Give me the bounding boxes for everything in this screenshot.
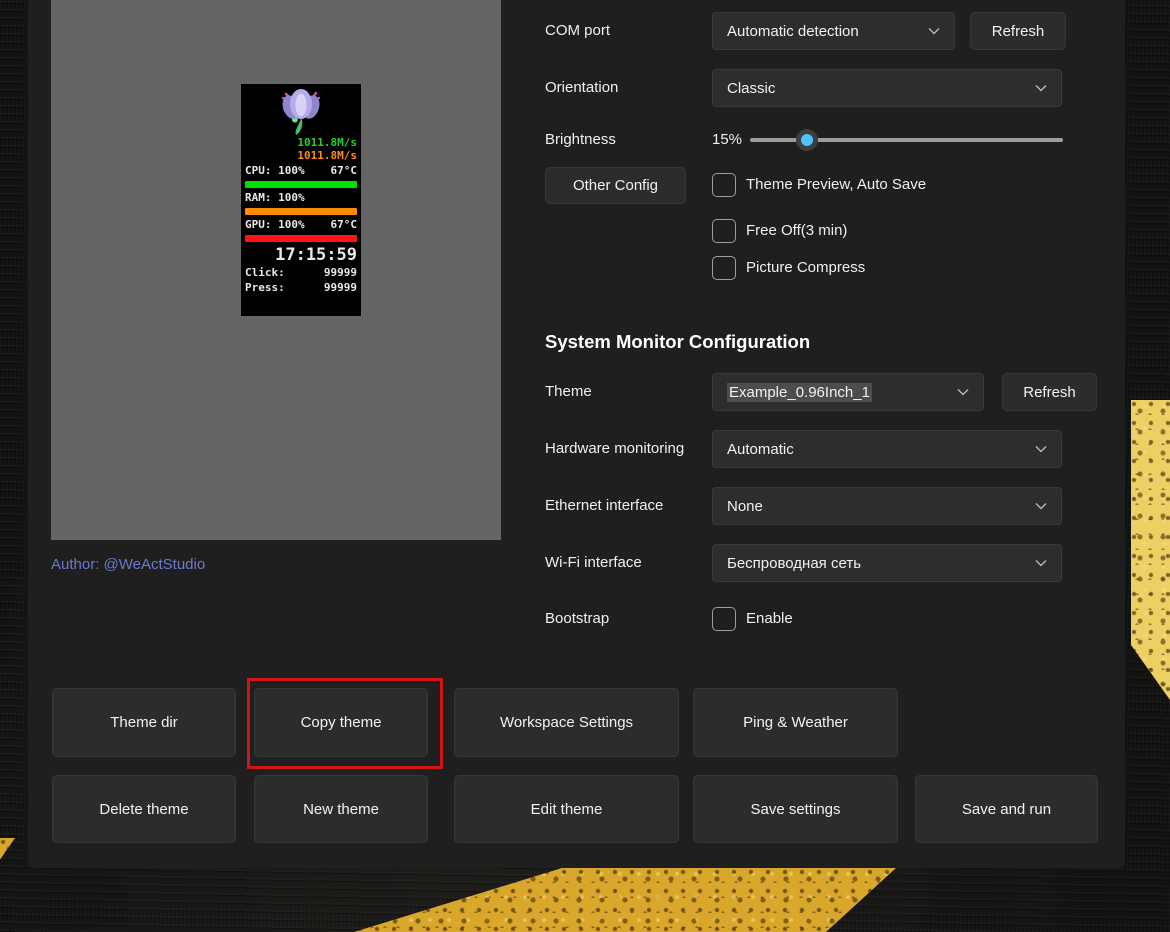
theme-preview-panel: 1011.8M/s 1011.8M/s CPU: 100% 67°C RAM: … — [51, 0, 501, 540]
clock: 17:15:59 — [245, 245, 357, 265]
hardware-monitoring-label: Hardware monitoring — [545, 430, 684, 468]
com-port-dropdown[interactable]: Automatic detection — [712, 12, 955, 50]
chevron-down-icon — [957, 388, 969, 396]
ethernet-interface-value: None — [727, 498, 763, 515]
ethernet-interface-label: Ethernet interface — [545, 487, 663, 525]
bootstrap-enable-checkbox[interactable] — [712, 607, 736, 631]
com-port-label: COM port — [545, 12, 610, 50]
wifi-interface-label: Wi-Fi interface — [545, 544, 642, 582]
gpu-meter-bar — [245, 235, 357, 242]
bootstrap-label: Bootstrap — [545, 601, 609, 637]
display-preview: 1011.8M/s 1011.8M/s CPU: 100% 67°C RAM: … — [241, 84, 361, 316]
theme-preview-auto-save-label: Theme Preview, Auto Save — [746, 173, 926, 197]
edit-theme-button[interactable]: Edit theme — [454, 775, 679, 843]
cpu-temp: 67°C — [331, 163, 358, 179]
brightness-slider[interactable] — [750, 138, 1063, 142]
gpu-stats: GPU: 100% 67°C — [245, 217, 357, 233]
net-upload-speed: 1011.8M/s — [245, 149, 357, 162]
click-label: Click: — [245, 265, 285, 280]
bootstrap-enable-label: Enable — [746, 607, 793, 631]
wifi-interface-value: Беспроводная сеть — [727, 555, 861, 572]
chevron-down-icon — [1035, 559, 1047, 567]
orientation-label: Orientation — [545, 69, 618, 107]
cpu-stats: CPU: 100% 67°C — [245, 163, 357, 179]
theme-refresh-button[interactable]: Refresh — [1002, 373, 1097, 411]
theme-dir-button[interactable]: Theme dir — [52, 688, 236, 757]
app-window: 1011.8M/s 1011.8M/s CPU: 100% 67°C RAM: … — [28, 0, 1125, 868]
brightness-slider-thumb[interactable] — [796, 129, 818, 151]
theme-value: Example_0.96Inch_1 — [727, 383, 872, 402]
ram-load: RAM: 100% — [245, 190, 305, 206]
orientation-value: Classic — [727, 80, 775, 97]
chevron-down-icon — [928, 27, 940, 35]
theme-label: Theme — [545, 373, 592, 411]
com-refresh-button[interactable]: Refresh — [970, 12, 1066, 50]
chevron-down-icon — [1035, 84, 1047, 92]
cpu-load: CPU: 100% — [245, 163, 305, 179]
new-theme-button[interactable]: New theme — [254, 775, 428, 843]
wifi-interface-dropdown[interactable]: Беспроводная сеть — [712, 544, 1062, 582]
click-counter: Click: 99999 — [245, 265, 357, 280]
section-heading: System Monitor Configuration — [545, 331, 810, 353]
hardware-monitoring-dropdown[interactable]: Automatic — [712, 430, 1062, 468]
press-counter: Press: 99999 — [245, 280, 357, 295]
gpu-load: GPU: 100% — [245, 217, 305, 233]
workspace-settings-button[interactable]: Workspace Settings — [454, 688, 679, 757]
ram-meter-bar — [245, 208, 357, 215]
gpu-temp: 67°C — [331, 217, 358, 233]
free-off-label: Free Off(3 min) — [746, 219, 847, 243]
other-config-button[interactable]: Other Config — [545, 167, 686, 204]
chevron-down-icon — [1035, 502, 1047, 510]
copy-theme-button[interactable]: Copy theme — [254, 688, 428, 757]
free-off-checkbox[interactable] — [712, 219, 736, 243]
brightness-label: Brightness — [545, 121, 616, 159]
author-link[interactable]: Author: @WeActStudio — [51, 556, 205, 573]
delete-theme-button[interactable]: Delete theme — [52, 775, 236, 843]
ping-weather-button[interactable]: Ping & Weather — [693, 688, 898, 757]
com-port-value: Automatic detection — [727, 23, 859, 40]
ethernet-interface-dropdown[interactable]: None — [712, 487, 1062, 525]
chevron-down-icon — [1035, 445, 1047, 453]
cpu-meter-bar — [245, 181, 357, 188]
ram-stats: RAM: 100% — [245, 190, 357, 206]
brightness-value: 15% — [712, 121, 742, 159]
press-value: 99999 — [324, 280, 357, 295]
picture-compress-checkbox[interactable] — [712, 256, 736, 280]
save-and-run-button[interactable]: Save and run — [915, 775, 1098, 843]
orientation-dropdown[interactable]: Classic — [712, 69, 1062, 107]
theme-dropdown[interactable]: Example_0.96Inch_1 — [712, 373, 984, 411]
hardware-monitoring-value: Automatic — [727, 441, 794, 458]
tulip-flower-icon — [245, 86, 357, 136]
save-settings-button[interactable]: Save settings — [693, 775, 898, 843]
click-value: 99999 — [324, 265, 357, 280]
picture-compress-label: Picture Compress — [746, 256, 865, 280]
press-label: Press: — [245, 280, 285, 295]
net-download-speed: 1011.8M/s — [245, 136, 357, 149]
theme-preview-auto-save-checkbox[interactable] — [712, 173, 736, 197]
